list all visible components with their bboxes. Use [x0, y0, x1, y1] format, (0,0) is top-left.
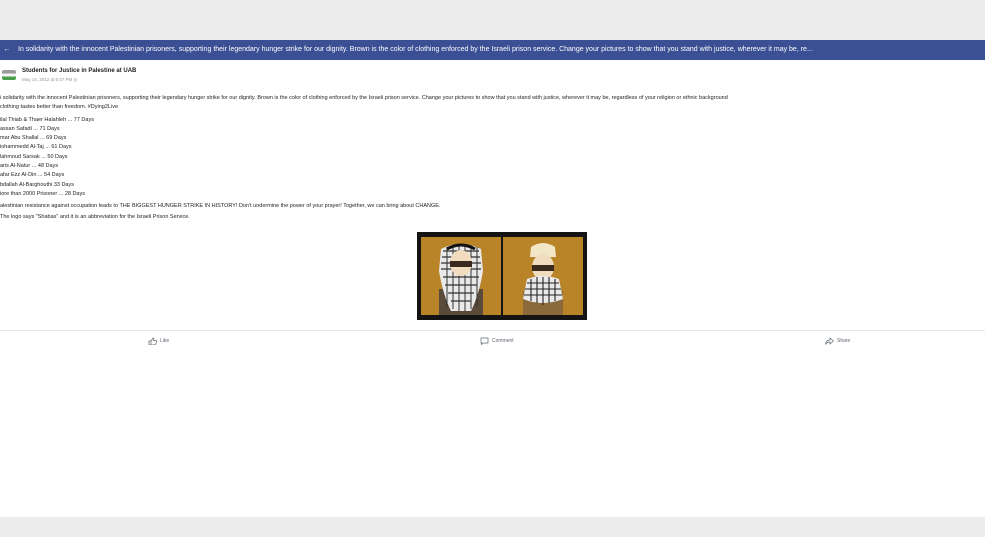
like-label: Like	[160, 338, 170, 344]
share-button[interactable]: Share	[825, 336, 850, 346]
prisoner-line: bdallah Al-Barghouthi 33 Days	[0, 181, 74, 188]
globe-icon: ◎	[73, 77, 78, 82]
prisoner-line: ilal Thiab & Thaer Halahleh ... 77 Days	[0, 116, 94, 123]
caption-banner: ← In solidarity with the innocent Palesti…	[0, 40, 985, 60]
post-body: i solidarity with the innocent Palestini…	[0, 94, 985, 222]
post-frame: ← In solidarity with the innocent Palesti…	[0, 40, 985, 517]
page-name-link[interactable]: Students for Justice in Palestine at UAB	[22, 68, 136, 74]
banner-text: In solidarity with the innocent Palestin…	[18, 46, 813, 53]
post-timestamp[interactable]: May 14, 2012 at 6:47 PM	[22, 77, 72, 82]
prisoner-line: iohammedd Al-Taj ... 61 Days	[0, 144, 72, 151]
keffiyeh-figure-panel	[421, 237, 501, 315]
post-image[interactable]	[417, 232, 587, 320]
prisoner-line: afar Ezz Al-Din ... 54 Days	[0, 172, 65, 179]
action-bar: Like Comment Share	[0, 336, 985, 350]
comment-icon	[480, 337, 489, 346]
prisoner-line: iore than 2000 Prisoner ... 28 Days	[0, 190, 85, 197]
prisoner-line: aris Al-Natur ... 48 Days	[0, 163, 59, 170]
prisoner-line: lahmoud Sarsak ... 50 Days	[0, 153, 68, 160]
page-avatar[interactable]	[2, 70, 16, 80]
comment-label: Comment	[492, 338, 514, 344]
action-divider	[0, 330, 985, 331]
thumbs-up-icon	[148, 337, 158, 346]
post-meta: May 14, 2012 at 6:47 PM ◎	[22, 77, 77, 83]
post-resistance: alestinian resistance against occupation…	[0, 203, 441, 210]
share-icon	[825, 336, 835, 345]
prison-figure-panel	[503, 237, 583, 315]
prisoner-line: assan Safadi ... 71 Days	[0, 125, 60, 132]
share-label: Share	[837, 338, 851, 344]
like-button[interactable]: Like	[148, 336, 169, 346]
back-arrow-icon[interactable]: ←	[2, 40, 12, 60]
prisoner-line: mar Abu Shallal ... 69 Days	[0, 135, 67, 142]
post-logo-note: The logo says "Shabas" and it is an abbr…	[0, 213, 190, 220]
post-intro: i solidarity with the innocent Palestini…	[0, 95, 728, 101]
post-tagline: clothing tastes better than freedom. #Dy…	[0, 104, 119, 111]
comment-button[interactable]: Comment	[480, 336, 514, 346]
